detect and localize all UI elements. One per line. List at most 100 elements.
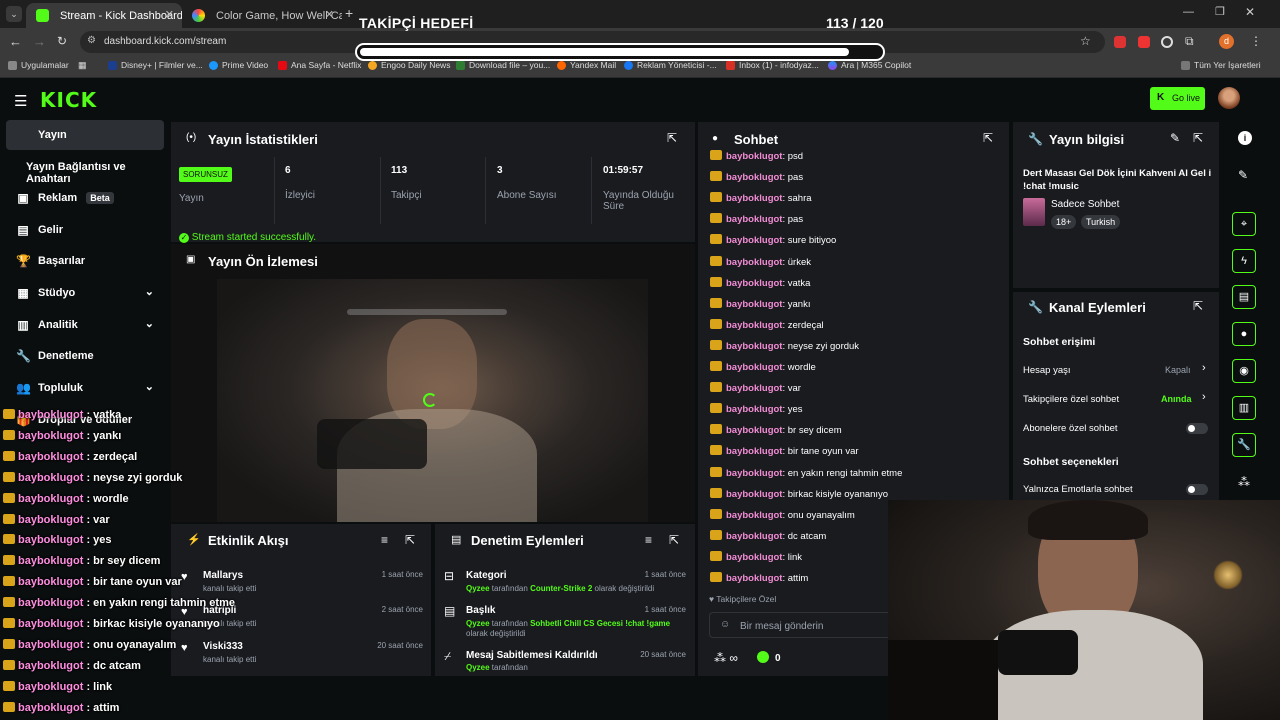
chat-message: bayboklugot: br sey dicem — [710, 424, 842, 436]
bookmark-inbox[interactable]: Inbox (1) - infodyaz... — [726, 60, 819, 70]
bookmark-prime[interactable]: Prime Video — [209, 60, 268, 70]
chat-username[interactable]: bayboklugot — [726, 341, 782, 352]
bookmark-copilot[interactable]: Ara | M365 Copilot — [828, 60, 911, 70]
edit-pencil-icon[interactable]: ✎ — [1170, 131, 1180, 145]
chat-username[interactable]: bayboklugot — [726, 425, 782, 436]
reload-icon[interactable]: ↻ — [57, 34, 67, 48]
popout-icon[interactable]: ⇱ — [1193, 131, 1203, 145]
points-icon[interactable]: ⁂ ∞ — [714, 651, 738, 665]
bookmark-apps[interactable]: Uygulamalar — [8, 60, 69, 70]
chat-username[interactable]: bayboklugot — [726, 257, 782, 268]
extensions-puzzle-icon[interactable]: ⧉ — [1185, 34, 1194, 49]
bookmark-all[interactable]: Tüm Yer İşaretleri — [1181, 60, 1261, 70]
subscribers-only-toggle[interactable] — [1186, 423, 1208, 434]
browser-menu-icon[interactable]: ⋮ — [1250, 34, 1262, 48]
chat-username[interactable]: bayboklugot — [726, 235, 782, 246]
chat-username[interactable]: bayboklugot — [726, 383, 782, 394]
chat-username[interactable]: bayboklugot — [726, 299, 782, 310]
extension-youtube-icon[interactable] — [1138, 36, 1150, 48]
bookmark-disney[interactable]: Disney+ | Filmler ve... — [108, 60, 203, 70]
account-age-value[interactable]: Kapalı — [1165, 365, 1191, 375]
new-tab-icon[interactable]: + — [345, 5, 353, 21]
chat-input-placeholder: Bir mesaj gönderin — [740, 621, 824, 632]
category-thumbnail — [1023, 198, 1045, 226]
chat-username[interactable]: bayboklugot — [726, 214, 782, 225]
profile-avatar[interactable]: d — [1219, 34, 1234, 49]
tab-search-icon[interactable]: ⌄ — [6, 6, 22, 22]
chat-username[interactable]: bayboklugot — [726, 404, 782, 415]
user-avatar[interactable] — [1218, 87, 1240, 109]
info-icon[interactable]: i — [1238, 131, 1252, 145]
chat-username[interactable]: bayboklugot — [726, 362, 782, 373]
rail-button-chat-icon[interactable]: ● — [1232, 322, 1256, 346]
kicks-counter[interactable]: 0 — [757, 651, 781, 664]
hamburger-menu-icon[interactable]: ☰ — [14, 92, 27, 110]
rail-button-lightning-icon[interactable]: ϟ — [1232, 249, 1256, 273]
chat-message: bayboklugot: link — [710, 550, 802, 563]
emote-only-toggle[interactable] — [1186, 484, 1208, 495]
moderation-item: ⌿ Mesaj Sabitlemesi Kaldırıldı 20 saat ö… — [444, 649, 686, 672]
chat-username[interactable]: bayboklugot — [726, 489, 782, 500]
close-tab-icon[interactable]: ✕ — [325, 8, 334, 21]
bookmark-download[interactable]: Download file – you... — [456, 60, 550, 70]
bookmark-reklam[interactable]: Reklam Yöneticisi -... — [624, 60, 717, 70]
wrench-icon: 🔧 — [1028, 300, 1043, 314]
chat-username[interactable]: bayboklugot — [726, 193, 782, 204]
kick-k-icon: K — [1157, 92, 1165, 103]
url-text: dashboard.kick.com/stream — [104, 36, 227, 47]
back-icon[interactable]: ← — [9, 34, 22, 49]
bookmark-engoo[interactable]: Engoo Daily News — [368, 60, 450, 70]
sidebar-item-yayin[interactable]: Yayın — [6, 120, 164, 150]
chat-username[interactable]: bayboklugot — [726, 446, 782, 457]
emote-icon[interactable]: ☺ — [720, 619, 730, 630]
chat-text: : dc atcam — [782, 530, 827, 542]
followers-only-value[interactable]: Anında — [1161, 394, 1192, 404]
chat-username[interactable]: bayboklugot — [726, 510, 782, 521]
bookmark-netflix[interactable]: Ana Sayfa - Netflix — [278, 60, 361, 70]
chat-message: bayboklugot: sahra — [710, 192, 812, 204]
extension-red-icon[interactable] — [1114, 36, 1126, 48]
category-name[interactable]: Sadece Sohbet — [1051, 199, 1119, 210]
chat-username[interactable]: bayboklugot — [726, 552, 782, 563]
tab-stream[interactable]: Stream - Kick Dashboard ✕ — [26, 3, 182, 28]
chat-username[interactable]: bayboklugot — [726, 531, 782, 542]
heart-icon: ♥ — [181, 606, 188, 618]
chat-message: bayboklugot: vatka — [710, 276, 810, 289]
chat-username[interactable]: bayboklugot — [726, 151, 782, 162]
chat-username[interactable]: bayboklugot — [726, 468, 782, 479]
minimize-icon[interactable]: — — [1183, 6, 1194, 18]
activity-user[interactable]: Viski333 — [203, 641, 243, 652]
points-icon[interactable]: ⁂ — [1238, 475, 1250, 489]
forward-icon[interactable]: → — [33, 34, 46, 49]
activity-user[interactable]: hatripli — [203, 605, 236, 616]
chevron-right-icon[interactable]: › — [1202, 362, 1206, 374]
popout-icon[interactable]: ⇱ — [667, 131, 677, 145]
rail-button-wrench-icon[interactable]: 🔧 — [1232, 433, 1256, 457]
go-live-button[interactable]: K Go live — [1150, 87, 1205, 110]
popout-icon[interactable]: ⇱ — [1193, 299, 1203, 313]
crown-badge-icon — [710, 403, 722, 414]
bookmark-yandex[interactable]: Yandex Mail — [557, 60, 616, 70]
grid-icon[interactable]: ▦ — [78, 60, 87, 71]
chat-username[interactable]: bayboklugot — [726, 320, 782, 331]
kick-logo[interactable]: KICK — [40, 88, 97, 112]
rail-button-broadcast-icon[interactable]: ◉ — [1232, 359, 1256, 383]
chat-username[interactable]: bayboklugot — [726, 278, 782, 289]
rail-button-document-icon[interactable]: ▤ — [1232, 285, 1256, 309]
crown-badge-icon — [710, 297, 722, 308]
chat-username[interactable]: bayboklugot — [726, 172, 782, 183]
follower-goal-fill — [360, 48, 849, 56]
chat-username[interactable]: bayboklugot — [726, 573, 782, 584]
chevron-right-icon[interactable]: › — [1202, 391, 1206, 403]
site-info-icon[interactable]: ⚙ — [87, 35, 96, 46]
tab-color-game[interactable]: Color Game, How Well Can You ✕ — [182, 3, 342, 28]
rail-button-layout-icon[interactable]: ▥ — [1232, 396, 1256, 420]
popout-icon[interactable]: ⇱ — [983, 131, 993, 145]
pencil-icon[interactable]: ✎ — [1238, 168, 1248, 182]
extension-circle-icon[interactable] — [1161, 36, 1173, 48]
rail-button-target-icon[interactable]: ⌖ — [1232, 212, 1256, 236]
maximize-icon[interactable]: ❐ — [1215, 5, 1225, 18]
bookmark-star-icon[interactable]: ☆ — [1080, 34, 1091, 48]
window-close-icon[interactable]: ✕ — [1245, 5, 1255, 19]
close-tab-icon[interactable]: ✕ — [165, 8, 174, 21]
